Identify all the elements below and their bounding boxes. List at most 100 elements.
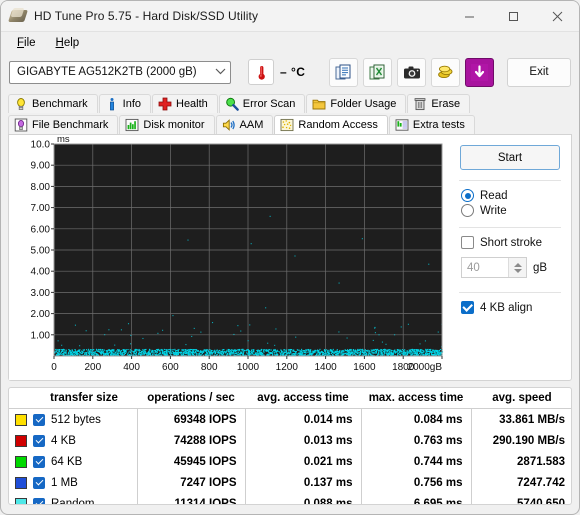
tab-extra-tests[interactable]: Extra tests bbox=[388, 115, 475, 134]
stepper-up-icon[interactable] bbox=[513, 262, 522, 267]
series-color-swatch bbox=[15, 497, 27, 504]
header-transfer-size: transfer size bbox=[9, 388, 137, 409]
svg-text:400: 400 bbox=[123, 362, 140, 373]
tab-benchmark[interactable]: Benchmark bbox=[8, 94, 98, 113]
table-row[interactable]: Random 11314 IOPS 0.088 ms 6.695 ms 5740.650 bbox=[9, 493, 571, 505]
tab-disk-monitor[interactable]: Disk monitor bbox=[119, 115, 215, 134]
short-stroke-value: 40 bbox=[467, 261, 480, 274]
tab-info[interactable]: Info bbox=[98, 94, 151, 113]
toolbar: GIGABYTE AG512K2TB (2000 gB) – °C Exit bbox=[1, 53, 579, 91]
window-title: HD Tune Pro 5.75 - Hard Disk/SSD Utility bbox=[34, 9, 259, 23]
tab-aam[interactable]: AAM bbox=[215, 115, 274, 134]
stepper-arrows[interactable] bbox=[508, 258, 526, 277]
table-row[interactable]: 64 KB 45945 IOPS 0.021 ms 0.744 ms 2871.583 bbox=[9, 451, 571, 472]
svg-text:8.00: 8.00 bbox=[31, 182, 51, 193]
svg-text:1400: 1400 bbox=[314, 362, 337, 373]
copy-text-icon[interactable] bbox=[329, 57, 358, 87]
row-checkbox[interactable] bbox=[33, 455, 45, 468]
stepper-down-icon[interactable] bbox=[513, 268, 522, 273]
table-row[interactable]: 1 MB 7247 IOPS 0.137 ms 0.756 ms 7247.742 bbox=[9, 472, 571, 493]
close-button[interactable] bbox=[535, 1, 579, 31]
svg-text:800: 800 bbox=[201, 362, 218, 373]
coins-icon[interactable] bbox=[431, 57, 460, 87]
tab-erase[interactable]: Erase bbox=[407, 94, 471, 113]
checkbox-4kb-align[interactable]: 4 KB align bbox=[461, 301, 563, 314]
start-button[interactable]: Start bbox=[460, 145, 560, 170]
svg-text:3.00: 3.00 bbox=[31, 288, 51, 299]
checkbox-short-stroke[interactable]: Short stroke bbox=[461, 236, 563, 249]
row-avg-access-cell: 0.088 ms bbox=[244, 493, 361, 504]
bar-chart-icon bbox=[125, 118, 139, 132]
svg-text:1.00: 1.00 bbox=[31, 330, 51, 341]
svg-text:4.00: 4.00 bbox=[31, 267, 51, 278]
red-cross-icon bbox=[158, 97, 172, 111]
speaker-icon bbox=[222, 119, 235, 131]
download-arrow-icon[interactable] bbox=[465, 57, 494, 87]
row-checkbox[interactable] bbox=[33, 413, 45, 426]
svg-text:5.00: 5.00 bbox=[31, 246, 51, 257]
row-operations-cell: 69348 IOPS bbox=[136, 408, 245, 430]
checkbox-short-stroke-box bbox=[461, 236, 474, 249]
temperature-display: – °C bbox=[248, 59, 305, 85]
radio-write[interactable]: Write bbox=[461, 204, 563, 217]
checkbox-4kb-align-box bbox=[461, 301, 474, 314]
menu-help-label: elp bbox=[63, 36, 80, 49]
drive-select[interactable]: GIGABYTE AG512K2TB (2000 gB) bbox=[9, 60, 231, 84]
tab-folder-usage[interactable]: Folder Usage bbox=[306, 94, 407, 113]
results-table: transfer size operations / sec avg. acce… bbox=[8, 387, 572, 505]
tab-file-benchmark[interactable]: File Benchmark bbox=[8, 115, 119, 134]
series-color-swatch bbox=[15, 455, 27, 468]
menu-file[interactable]: File bbox=[7, 35, 46, 51]
tab-random-access-label: Random Access bbox=[298, 119, 378, 131]
short-stroke-size-row: 40 gB bbox=[461, 257, 563, 278]
header-avg-access: avg. access time bbox=[245, 388, 361, 409]
tab-health-label: Health bbox=[176, 98, 208, 110]
tab-health[interactable]: Health bbox=[152, 94, 218, 113]
row-max-access-cell: 6.695 ms bbox=[360, 493, 471, 504]
divider-3 bbox=[459, 292, 561, 293]
extra-tests-icon bbox=[395, 119, 409, 131]
radio-read[interactable]: Read bbox=[461, 189, 563, 202]
table-row[interactable]: 512 bytes 69348 IOPS 0.014 ms 0.084 ms 33.86… bbox=[9, 408, 571, 431]
row-max-access-cell: 0.756 ms bbox=[360, 472, 471, 493]
menu-help[interactable]: Help bbox=[46, 35, 90, 51]
tab-aam-label: AAM bbox=[239, 119, 264, 131]
row-checkbox[interactable] bbox=[33, 476, 45, 489]
table-row[interactable]: 4 KB 74288 IOPS 0.013 ms 0.763 ms 290.190 MB… bbox=[9, 430, 571, 451]
row-operations-cell: 74288 IOPS bbox=[136, 430, 245, 451]
row-operations-cell: 7247 IOPS bbox=[136, 472, 245, 493]
svg-text:9.00: 9.00 bbox=[31, 161, 51, 172]
tab-error-scan[interactable]: Error Scan bbox=[218, 94, 306, 113]
exit-button[interactable]: Exit bbox=[507, 57, 571, 87]
copy-excel-icon[interactable] bbox=[363, 57, 392, 87]
tab-benchmark-label: Benchmark bbox=[32, 98, 88, 110]
tab-random-access[interactable]: Random Access bbox=[274, 115, 388, 134]
row-avg-speed-cell: 7247.742 bbox=[470, 472, 571, 493]
minimize-button[interactable] bbox=[447, 1, 491, 31]
row-checkbox[interactable] bbox=[33, 497, 45, 504]
tab-disk-monitor-label: Disk monitor bbox=[143, 119, 205, 131]
row-avg-speed-cell: 290.190 MB/s bbox=[470, 430, 571, 451]
row-checkbox[interactable] bbox=[33, 434, 45, 447]
row-transfer-size-cell: 512 bytes bbox=[9, 409, 137, 431]
short-stroke-unit: gB bbox=[533, 261, 548, 274]
random-access-panel: 1.00 2.00 3.00 4.00 5.00 6.00 7.00 8.00 9.00 10.0… bbox=[8, 134, 572, 381]
thermometer-icon[interactable] bbox=[248, 59, 274, 85]
svg-text:6.00: 6.00 bbox=[31, 224, 51, 235]
row-transfer-size-label: Random bbox=[51, 497, 95, 505]
maximize-button[interactable] bbox=[491, 1, 535, 31]
camera-icon[interactable] bbox=[397, 57, 426, 87]
header-max-access: max. access time bbox=[361, 388, 471, 409]
access-time-chart: 1.00 2.00 3.00 4.00 5.00 6.00 7.00 8.00 9.00 10.0… bbox=[9, 135, 457, 380]
file-benchmark-icon bbox=[14, 118, 28, 132]
short-stroke-stepper[interactable]: 40 bbox=[461, 257, 527, 278]
folder-icon bbox=[312, 99, 326, 110]
row-transfer-size-cell: 1 MB bbox=[9, 472, 137, 493]
info-icon bbox=[109, 98, 114, 111]
series-color-swatch bbox=[15, 434, 27, 447]
trash-icon bbox=[415, 98, 426, 111]
random-dots-icon bbox=[280, 118, 294, 132]
row-avg-speed-cell: 33.861 MB/s bbox=[470, 408, 571, 430]
tab-info-label: Info bbox=[122, 98, 141, 110]
row-operations-cell: 11314 IOPS bbox=[136, 493, 245, 504]
